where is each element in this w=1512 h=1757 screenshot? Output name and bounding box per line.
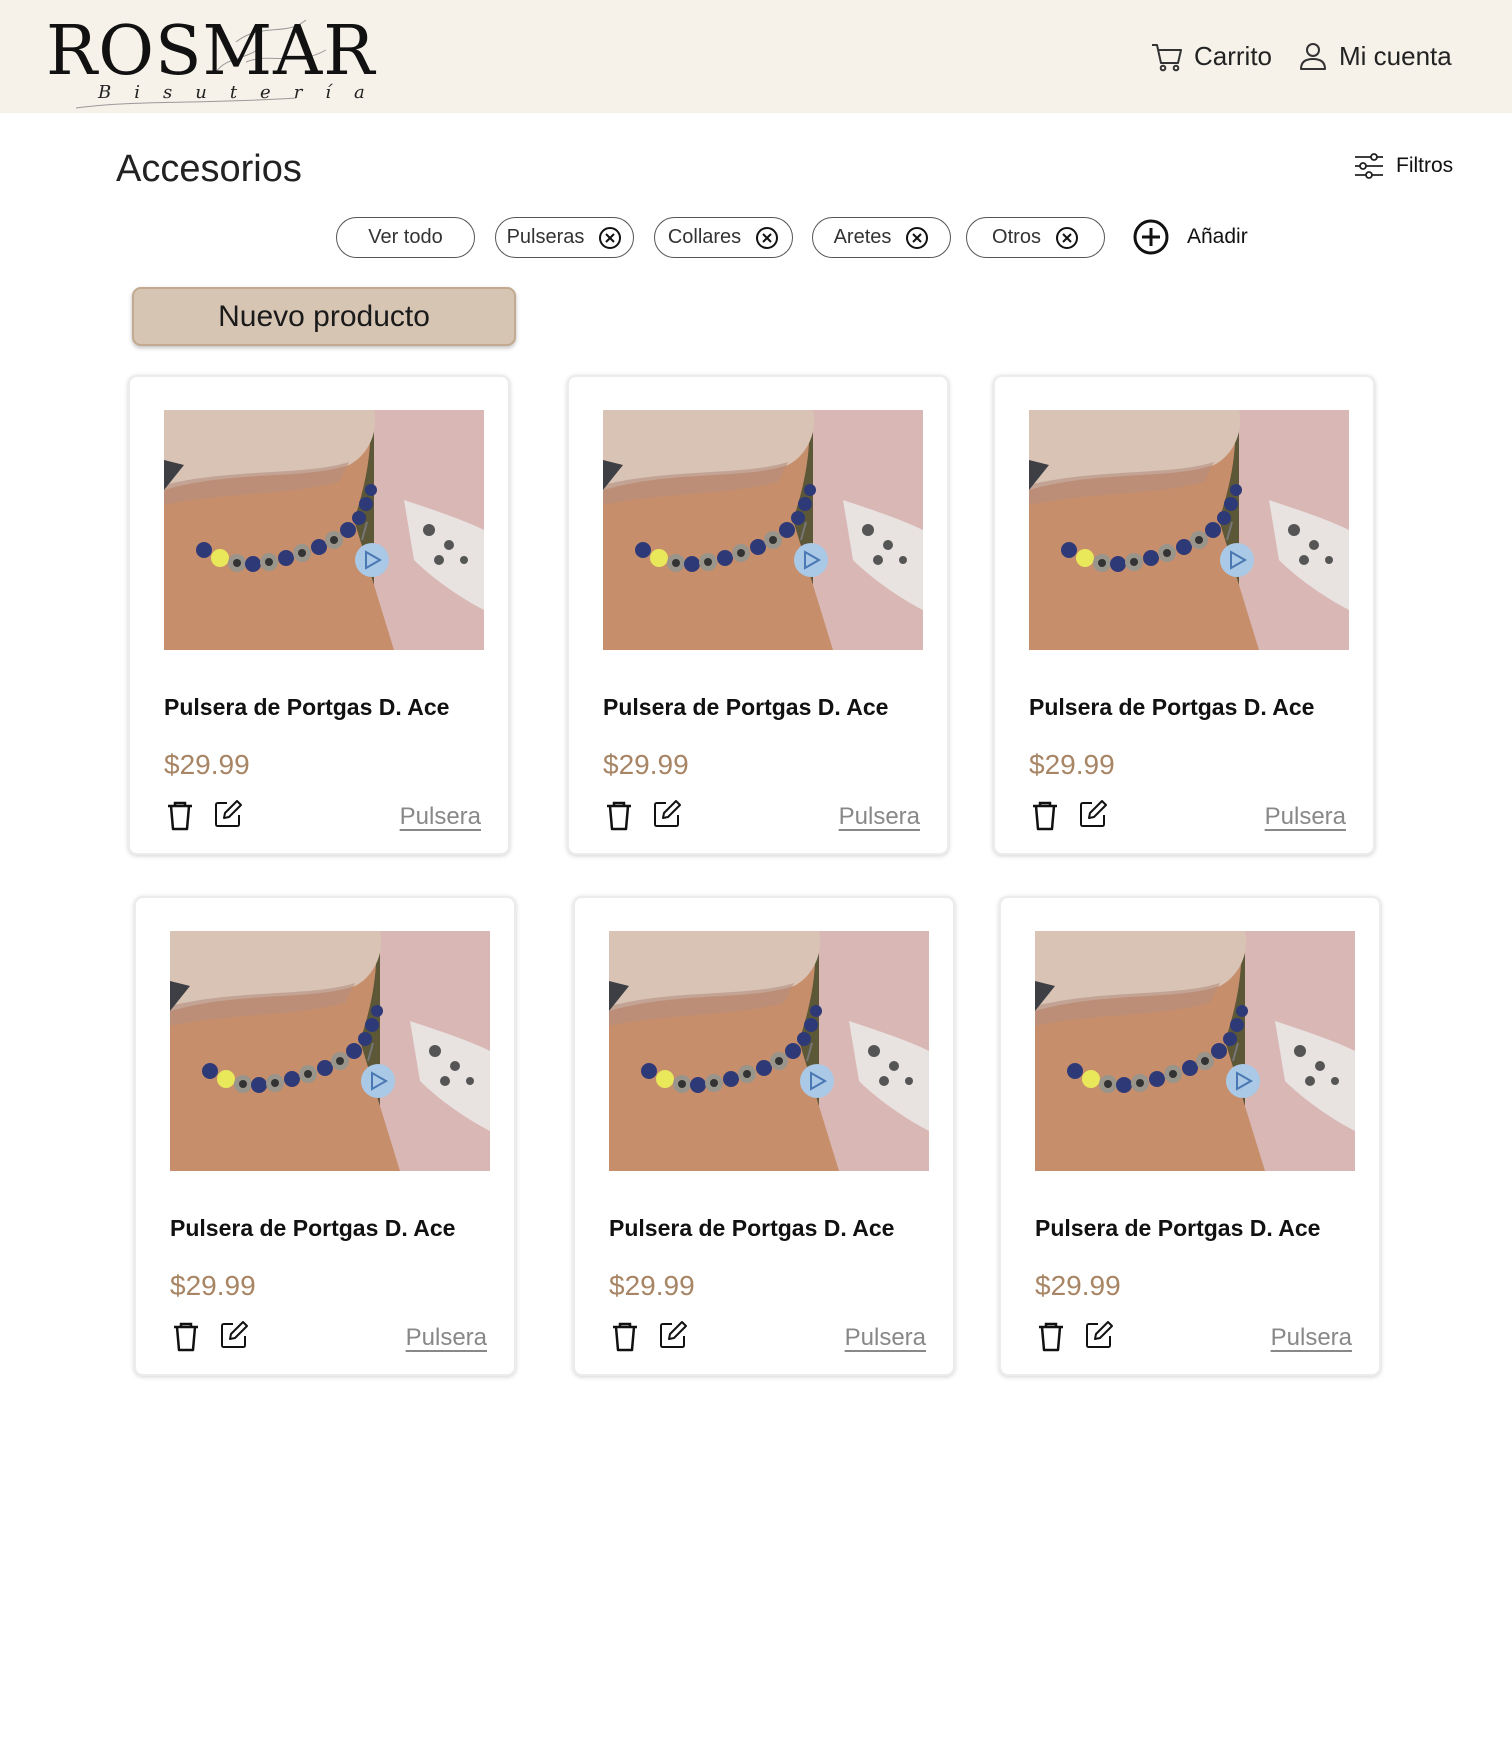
edit-icon[interactable] xyxy=(1078,799,1108,829)
chip-collares[interactable]: Collares xyxy=(654,217,793,258)
cart-icon xyxy=(1152,44,1182,72)
product-category-link[interactable]: Pulsera xyxy=(1265,803,1346,831)
product-price: $29.99 xyxy=(609,1270,695,1301)
product-category-link[interactable]: Pulsera xyxy=(839,803,920,831)
trash-icon[interactable] xyxy=(1037,1321,1065,1353)
edit-icon[interactable] xyxy=(652,799,682,829)
product-name: Pulsera de Portgas D. Ace xyxy=(603,694,889,720)
product-image[interactable] xyxy=(603,410,923,650)
remove-chip-icon[interactable] xyxy=(1055,226,1079,250)
product-image[interactable] xyxy=(170,931,490,1171)
chip-label: Ver todo xyxy=(368,226,443,248)
page-title: Accesorios xyxy=(116,148,302,190)
product-price: $29.99 xyxy=(1035,1270,1121,1301)
remove-chip-icon[interactable] xyxy=(755,226,779,250)
product-name: Pulsera de Portgas D. Ace xyxy=(1035,1215,1321,1241)
trash-icon[interactable] xyxy=(172,1321,200,1353)
edit-icon[interactable] xyxy=(1084,1320,1114,1350)
product-card[interactable]: Pulsera de Portgas D. Ace $29.99 Pulsera xyxy=(993,375,1375,855)
product-price: $29.99 xyxy=(170,1270,256,1301)
chip-label: Pulseras xyxy=(506,226,585,248)
chip-label: Otros xyxy=(992,226,1041,248)
product-image[interactable] xyxy=(1029,410,1349,650)
chip-label: Collares xyxy=(667,226,742,248)
product-price: $29.99 xyxy=(164,749,250,780)
trash-icon[interactable] xyxy=(1031,800,1059,832)
chip-label: Aretes xyxy=(833,226,892,248)
chip-aretes[interactable]: Aretes xyxy=(812,217,951,258)
trash-icon[interactable] xyxy=(611,1321,639,1353)
product-name: Pulsera de Portgas D. Ace xyxy=(164,694,450,720)
plus-circle-icon xyxy=(1133,219,1169,255)
product-name: Pulsera de Portgas D. Ace xyxy=(170,1215,456,1241)
product-category-link[interactable]: Pulsera xyxy=(406,1324,487,1352)
bracelet-photo xyxy=(1035,931,1355,1171)
edit-icon[interactable] xyxy=(213,799,243,829)
product-card[interactable]: Pulsera de Portgas D. Ace $29.99 Pulsera xyxy=(128,375,510,855)
add-category-button[interactable]: Añadir xyxy=(1133,219,1248,255)
cart-link[interactable]: Carrito xyxy=(1150,38,1272,74)
account-label: Mi cuenta xyxy=(1339,40,1452,71)
product-image[interactable] xyxy=(609,931,929,1171)
product-category-link[interactable]: Pulsera xyxy=(400,803,481,831)
new-product-button[interactable]: Nuevo producto xyxy=(132,287,516,346)
remove-chip-icon[interactable] xyxy=(598,226,622,250)
product-price: $29.99 xyxy=(1029,749,1115,780)
product-card[interactable]: Pulsera de Portgas D. Ace $29.99 Pulsera xyxy=(567,375,949,855)
chip-ver-todo[interactable]: Ver todo xyxy=(336,217,475,258)
logo-tagline: Bisutería xyxy=(98,82,388,103)
logo-wordmark: ROSMAR xyxy=(46,12,376,91)
cart-label: Carrito xyxy=(1194,40,1273,71)
account-link[interactable]: Mi cuenta xyxy=(1297,38,1452,74)
bracelet-photo xyxy=(603,410,923,650)
filters-button[interactable]: Filtros xyxy=(1354,152,1453,180)
edit-icon[interactable] xyxy=(219,1320,249,1350)
edit-icon[interactable] xyxy=(658,1320,688,1350)
product-card[interactable]: Pulsera de Portgas D. Ace $29.99 Pulsera xyxy=(999,896,1381,1376)
filters-sliders-icon xyxy=(1355,153,1383,179)
top-header: ROSMAR Bisutería Carrito Mi cuenta xyxy=(0,0,1512,113)
product-name: Pulsera de Portgas D. Ace xyxy=(1029,694,1315,720)
bracelet-photo xyxy=(164,410,484,650)
chip-otros[interactable]: Otros xyxy=(966,217,1105,258)
bracelet-photo xyxy=(609,931,929,1171)
product-name: Pulsera de Portgas D. Ace xyxy=(609,1215,895,1241)
product-card[interactable]: Pulsera de Portgas D. Ace $29.99 Pulsera xyxy=(573,896,955,1376)
product-card[interactable]: Pulsera de Portgas D. Ace $29.99 Pulsera xyxy=(134,896,516,1376)
product-image[interactable] xyxy=(1035,931,1355,1171)
filters-label: Filtros xyxy=(1396,154,1454,177)
add-label: Añadir xyxy=(1187,225,1248,248)
user-icon xyxy=(1300,43,1326,70)
trash-icon[interactable] xyxy=(166,800,194,832)
remove-chip-icon[interactable] xyxy=(905,226,929,250)
bracelet-photo xyxy=(170,931,490,1171)
trash-icon[interactable] xyxy=(605,800,633,832)
bracelet-photo xyxy=(1029,410,1349,650)
page: ROSMAR Bisutería Carrito Mi cuenta Acces… xyxy=(0,0,1512,1757)
product-category-link[interactable]: Pulsera xyxy=(845,1324,926,1352)
product-price: $29.99 xyxy=(603,749,689,780)
product-image[interactable] xyxy=(164,410,484,650)
product-category-link[interactable]: Pulsera xyxy=(1271,1324,1352,1352)
brand-logo[interactable]: ROSMAR Bisutería xyxy=(46,12,374,110)
chip-pulseras[interactable]: Pulseras xyxy=(495,217,634,258)
